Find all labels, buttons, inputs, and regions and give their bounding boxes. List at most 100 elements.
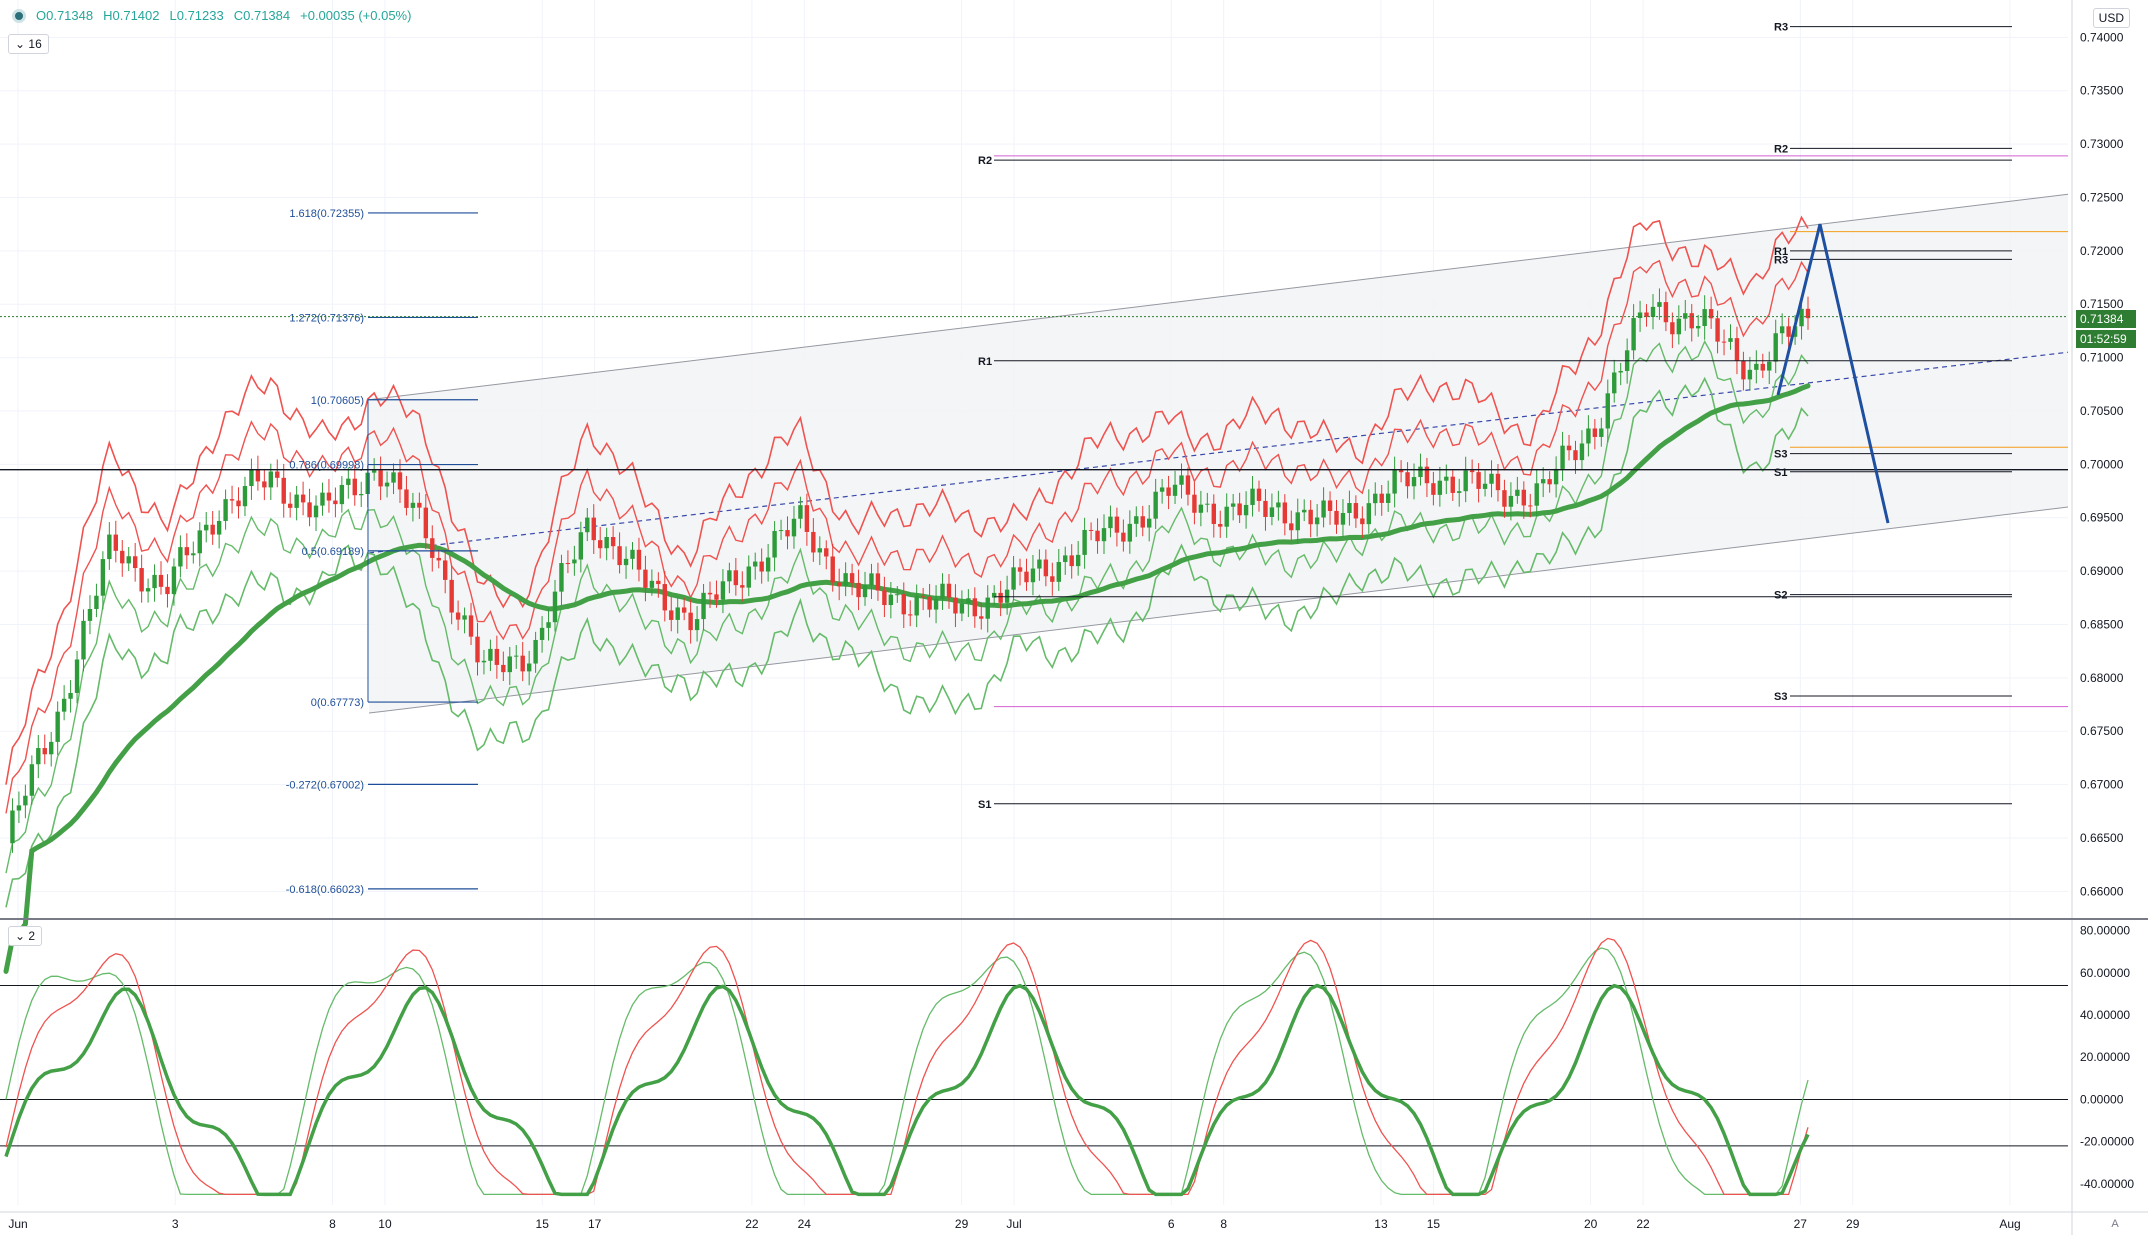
candle-body [1760, 363, 1765, 371]
main-pane-indicator-count: 16 [28, 37, 42, 51]
candle-body [1618, 370, 1623, 373]
candle-body [68, 692, 73, 699]
candle-body [326, 492, 332, 501]
candle-body [765, 557, 771, 572]
candle-body [430, 538, 435, 558]
osc-tick-label: 20.00000 [2080, 1050, 2130, 1064]
fib-level-label: -0.272(0.67002) [286, 779, 364, 791]
chart-canvas[interactable]: 1.618(0.72355) 1.272(0.71376) 1(0.70605) 0.… [0, 0, 2148, 1237]
candle-body [882, 590, 887, 606]
candle-body [959, 603, 965, 614]
candle-body [23, 795, 28, 806]
price-tick-label: 0.74000 [2080, 30, 2124, 44]
time-axis: Jun 3 8 10 15 17 22 24 29 Jul 6 8 13 15 20 22 27 29 Aug [0, 1211, 2148, 1231]
candle-body [449, 579, 454, 613]
candle-body [1683, 313, 1688, 319]
candle-body [236, 500, 241, 507]
candle-body [126, 556, 131, 564]
osc-slow-line [5, 937, 1809, 1196]
candle-body [333, 500, 338, 505]
candle-body [1101, 528, 1107, 542]
candle-body [920, 596, 926, 598]
price-tick-label: 0.70000 [2080, 457, 2124, 471]
candle-body [1411, 477, 1417, 487]
ohlc-legend: O0.71348 H0.71402 L0.71233 C0.71384 +0.0… [12, 8, 411, 23]
candle-body [662, 584, 667, 611]
price-tick-label: 0.73500 [2080, 84, 2124, 98]
candle-body [1696, 325, 1701, 329]
candle-body [817, 548, 823, 553]
candle-body [300, 494, 306, 503]
candle-body [1663, 302, 1669, 323]
pivot-label: R2 [978, 155, 992, 167]
candle-body [42, 748, 47, 755]
candle-body [1314, 517, 1320, 525]
candle-body [184, 547, 190, 556]
candle-body [1166, 487, 1171, 496]
candle-body [1127, 523, 1133, 542]
price-tick-label: 0.68500 [2080, 617, 2124, 631]
candle-body [384, 482, 390, 487]
candle-body [1192, 494, 1197, 513]
candle-body [1256, 488, 1262, 501]
time-tick-label: 3 [172, 1217, 179, 1231]
candle-body [998, 592, 1003, 603]
candle-body [1024, 571, 1029, 583]
candle-body [158, 574, 164, 587]
candle-body [759, 561, 764, 572]
time-tick-label: 24 [798, 1217, 812, 1231]
ohlc-open: O0.71348 [36, 8, 94, 23]
candle-body [242, 486, 248, 507]
candle-body [455, 612, 461, 620]
time-tick-label: 8 [329, 1217, 336, 1231]
main-pane-collapse-button[interactable]: ⌄ 16 [8, 34, 49, 54]
candle-body [610, 537, 616, 547]
candle-body [1779, 326, 1785, 334]
candle-body [404, 489, 409, 508]
candle-body [255, 469, 261, 482]
price-tick-label: 0.66000 [2080, 884, 2124, 898]
candle-body [1540, 479, 1546, 484]
ohlc-change: +0.00035 (+0.05%) [300, 8, 412, 23]
candle-body [1553, 468, 1559, 485]
candle-body [1495, 473, 1501, 491]
price-tick-label: 0.72500 [2080, 190, 2124, 204]
price-tick-label: 0.67000 [2080, 778, 2124, 792]
time-tick-label: 15 [536, 1217, 550, 1231]
last-price-tag: 0.71384 [2076, 310, 2136, 328]
candle-body [1747, 369, 1753, 380]
candle-body [507, 656, 512, 673]
candle-body [313, 505, 319, 518]
candle-body [1179, 475, 1184, 485]
candle-body [791, 518, 797, 537]
candle-body [1172, 484, 1178, 496]
candle-body [694, 619, 700, 631]
candle-body [113, 534, 118, 551]
osc-tick-label: -20.00000 [2080, 1135, 2134, 1149]
osc-pane-collapse-button[interactable]: ⌄ 2 [8, 926, 43, 946]
candle-body [1437, 480, 1443, 495]
candle-body [1295, 512, 1300, 531]
pivot-label: S1 [978, 799, 991, 811]
currency-button[interactable]: USD [2092, 8, 2130, 28]
candle-body [100, 559, 106, 596]
time-tick-label: Aug [1999, 1217, 2020, 1231]
auto-scale-button[interactable]: A [2106, 1215, 2124, 1233]
time-tick-label: 22 [1636, 1217, 1650, 1231]
candle-body [1011, 567, 1016, 590]
candle-body [216, 520, 222, 535]
candle-body [811, 531, 816, 553]
pivot-label: S1 [1774, 467, 1787, 479]
candle-body [223, 499, 228, 521]
candle-body [552, 591, 558, 623]
candle-body [1224, 506, 1229, 527]
candle-body [1030, 568, 1036, 583]
candle-body [462, 615, 467, 620]
candle-body [339, 484, 345, 505]
candle-body [417, 502, 422, 508]
candle-body [727, 570, 732, 582]
candle-body [1321, 500, 1326, 518]
candle-body [1282, 502, 1288, 524]
fib-level-label: 1(0.70605) [311, 395, 364, 407]
candle-body [1398, 470, 1404, 473]
